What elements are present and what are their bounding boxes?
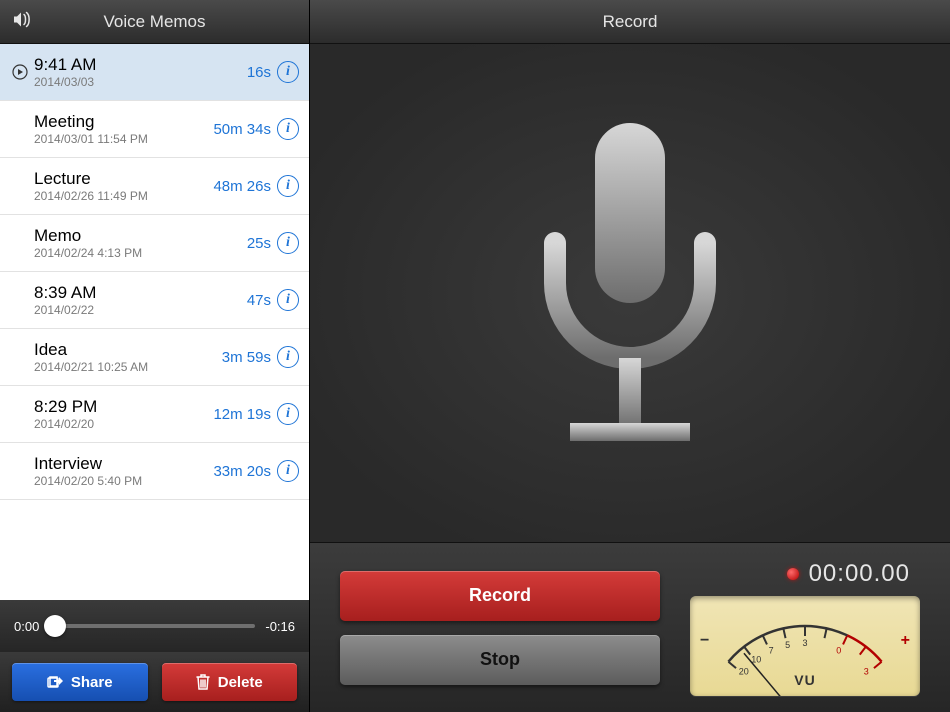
delete-label: Delete <box>218 674 263 691</box>
sidebar-header: Voice Memos <box>0 0 309 44</box>
memo-row[interactable]: 8:29 PM2014/02/2012m 19s i <box>0 386 309 443</box>
memo-text: Meeting2014/03/01 11:54 PM <box>30 112 213 147</box>
main-title: Record <box>603 12 658 32</box>
memo-list[interactable]: 9:41 AM2014/03/0316siMeeting2014/03/01 1… <box>0 44 309 600</box>
memo-row[interactable]: Idea2014/02/21 10:25 AM3m 59s i <box>0 329 309 386</box>
memo-date: 2014/02/20 5:40 PM <box>34 474 213 488</box>
playback-slider[interactable] <box>49 624 255 628</box>
sidebar-actions: Share Delete <box>0 652 309 712</box>
info-button[interactable]: i <box>277 403 299 425</box>
memo-title: Memo <box>34 226 247 246</box>
memo-date: 2014/02/22 <box>34 303 247 317</box>
memo-duration: 25s <box>247 235 271 252</box>
memo-title: Idea <box>34 340 222 360</box>
memo-text: 8:29 PM2014/02/20 <box>30 397 213 432</box>
memo-title: Interview <box>34 454 213 474</box>
memo-duration: 50m 34s <box>213 121 271 138</box>
stop-button[interactable]: Stop <box>340 635 660 685</box>
timer: 00:00.00 <box>809 560 910 588</box>
timer-row: 00:00.00 <box>787 560 920 588</box>
memo-date: 2014/02/21 10:25 AM <box>34 360 222 374</box>
meter-area: 00:00.00 201075303 − + VU <box>690 560 920 696</box>
control-buttons: Record Stop <box>340 571 660 685</box>
svg-text:7: 7 <box>769 645 774 655</box>
memo-text: Lecture2014/02/26 11:49 PM <box>30 169 213 204</box>
playback-thumb[interactable] <box>44 615 66 637</box>
microphone-area <box>310 44 950 542</box>
memo-duration: 3m 59s <box>222 349 271 366</box>
memo-date: 2014/03/01 11:54 PM <box>34 132 213 146</box>
memo-duration: 16s <box>247 64 271 81</box>
memo-text: Idea2014/02/21 10:25 AM <box>30 340 222 375</box>
memo-row[interactable]: Lecture2014/02/26 11:49 PM48m 26s i <box>0 158 309 215</box>
controls-panel: Record Stop 00:00.00 201075303 − + VU <box>310 542 950 712</box>
speaker-icon[interactable] <box>12 10 34 33</box>
memo-title: Lecture <box>34 169 213 189</box>
memo-title: 8:29 PM <box>34 397 213 417</box>
memo-title: 9:41 AM <box>34 55 247 75</box>
memo-row[interactable]: 8:39 AM2014/02/2247s i <box>0 272 309 329</box>
vu-label: VU <box>794 672 815 688</box>
memo-text: Interview2014/02/20 5:40 PM <box>30 454 213 489</box>
vu-plus: + <box>901 632 910 650</box>
playback-elapsed: 0:00 <box>14 619 39 634</box>
memo-date: 2014/03/03 <box>34 75 247 89</box>
memo-title: Meeting <box>34 112 213 132</box>
memo-row[interactable]: Meeting2014/03/01 11:54 PM50m 34s i <box>0 101 309 158</box>
trash-icon <box>196 674 210 690</box>
playback-remaining: -0:16 <box>265 619 295 634</box>
share-label: Share <box>71 674 113 691</box>
svg-text:0: 0 <box>836 645 841 655</box>
sidebar-title: Voice Memos <box>103 12 205 32</box>
svg-text:3: 3 <box>864 666 869 676</box>
svg-text:3: 3 <box>802 638 807 648</box>
info-button[interactable]: i <box>277 289 299 311</box>
memo-text: 8:39 AM2014/02/22 <box>30 283 247 318</box>
memo-duration: 48m 26s <box>213 178 271 195</box>
main-header: Record <box>310 0 950 44</box>
memo-date: 2014/02/20 <box>34 417 213 431</box>
memo-row[interactable]: Interview2014/02/20 5:40 PM33m 20s i <box>0 443 309 500</box>
memo-duration: 12m 19s <box>213 406 271 423</box>
svg-text:20: 20 <box>739 666 749 676</box>
info-button[interactable]: i <box>277 460 299 482</box>
record-button[interactable]: Record <box>340 571 660 621</box>
memo-duration: 47s <box>247 292 271 309</box>
memo-text: Memo2014/02/24 4:13 PM <box>30 226 247 261</box>
share-icon <box>47 675 63 689</box>
vu-minus: − <box>700 632 709 650</box>
memo-title: 8:39 AM <box>34 283 247 303</box>
info-button[interactable]: i <box>277 118 299 140</box>
playback-bar: 0:00 -0:16 <box>0 600 309 652</box>
main-panel: Record Record Stop <box>309 0 950 712</box>
memo-date: 2014/02/24 4:13 PM <box>34 246 247 260</box>
info-button[interactable]: i <box>277 346 299 368</box>
memo-row[interactable]: Memo2014/02/24 4:13 PM25s i <box>0 215 309 272</box>
vu-meter: 201075303 − + VU <box>690 596 920 696</box>
delete-button[interactable]: Delete <box>162 663 298 701</box>
share-button[interactable]: Share <box>12 663 148 701</box>
memo-row[interactable]: 9:41 AM2014/03/0316s i <box>0 44 309 101</box>
memo-date: 2014/02/26 11:49 PM <box>34 189 213 203</box>
play-indicator-icon <box>10 64 30 80</box>
info-button[interactable]: i <box>277 61 299 83</box>
sidebar: Voice Memos 9:41 AM2014/03/0316siMeeting… <box>0 0 309 712</box>
microphone-icon <box>500 113 760 473</box>
memo-duration: 33m 20s <box>213 463 271 480</box>
recording-indicator-icon <box>787 568 799 580</box>
info-button[interactable]: i <box>277 232 299 254</box>
svg-text:5: 5 <box>785 639 790 649</box>
memo-text: 9:41 AM2014/03/03 <box>30 55 247 90</box>
info-button[interactable]: i <box>277 175 299 197</box>
